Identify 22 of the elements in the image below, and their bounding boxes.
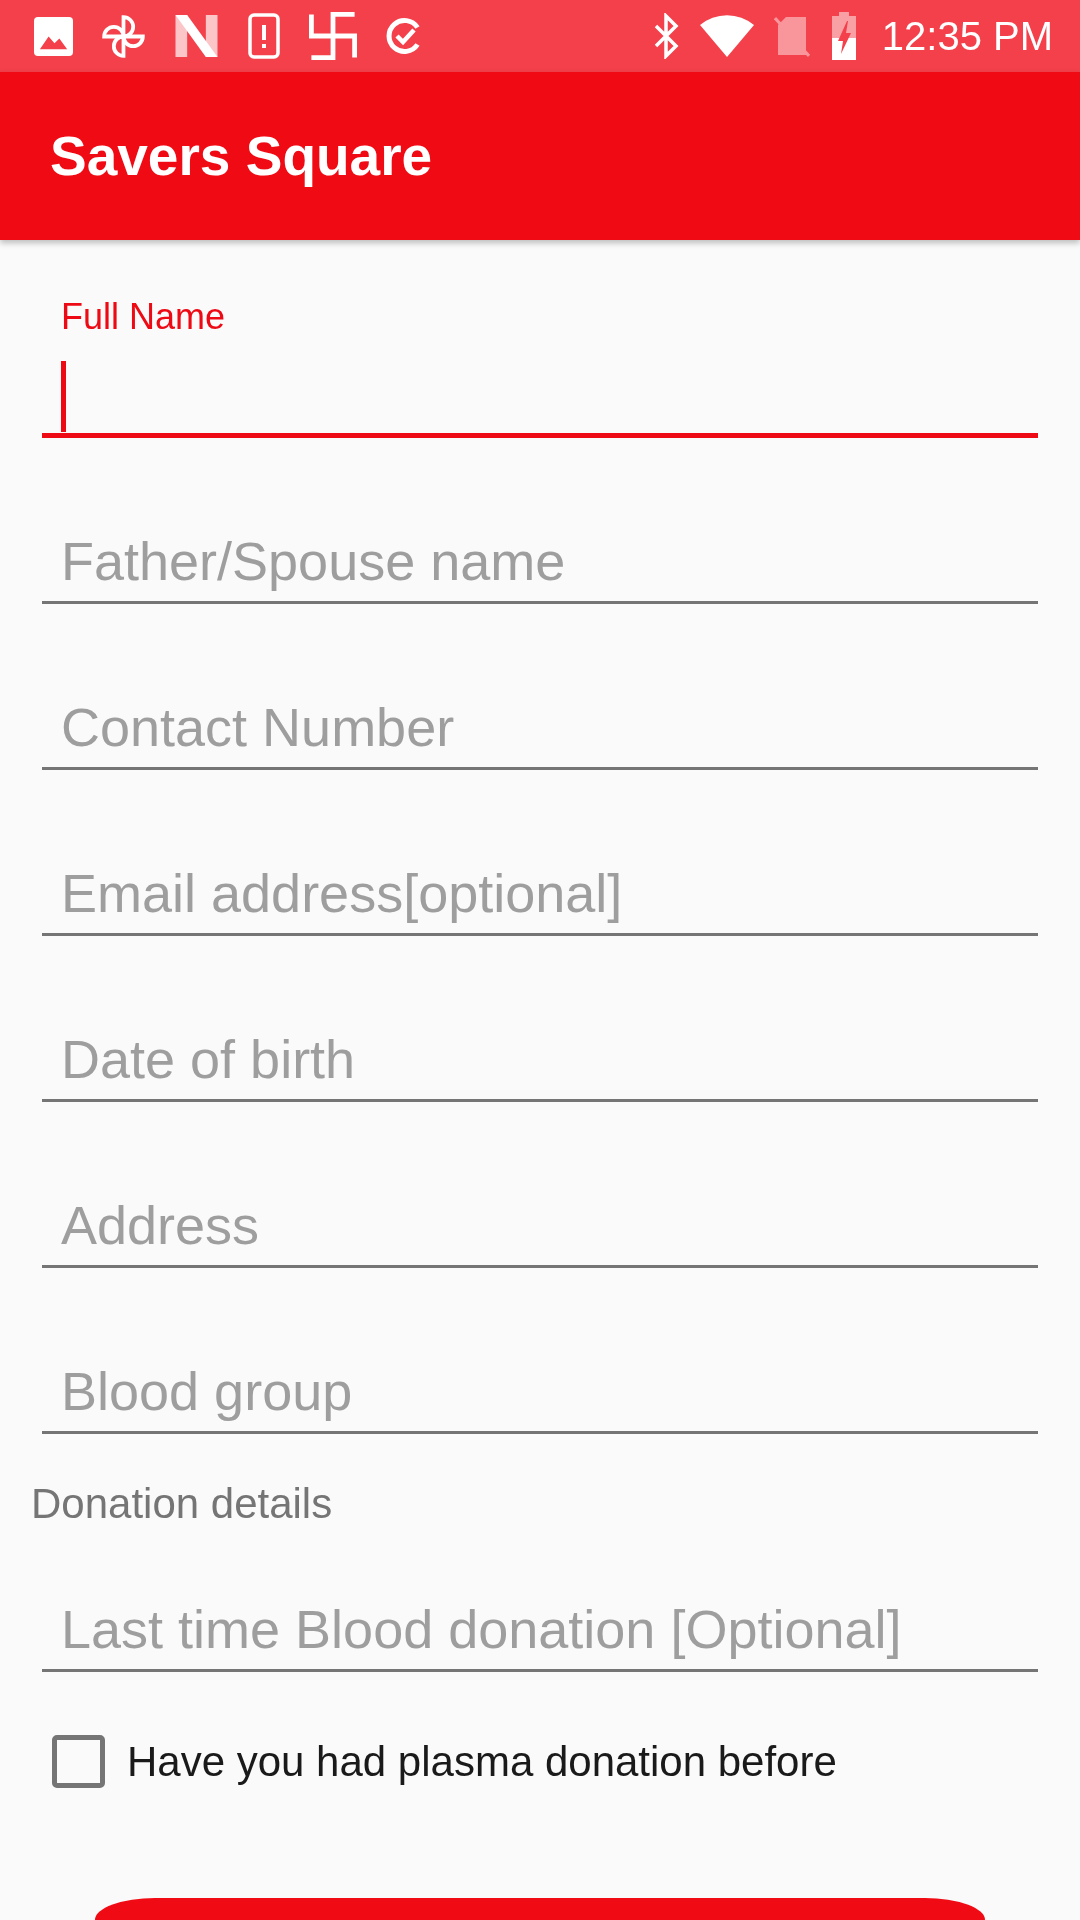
image-icon [34, 16, 73, 56]
text-field[interactable]: Contact Number [42, 687, 1038, 770]
app-title: Savers Square [50, 124, 433, 189]
battery-charging-icon [829, 12, 858, 60]
status-time: 12:35 PM [881, 13, 1053, 60]
text-field[interactable]: Last time Blood donation [Optional] [42, 1589, 1038, 1672]
text-cursor [61, 361, 66, 432]
checkbox[interactable] [52, 1735, 105, 1788]
text-field[interactable]: Date of birth [42, 1019, 1038, 1102]
n-logo-icon [174, 15, 219, 57]
text-field[interactable]: Email address[optional] [42, 853, 1038, 936]
swastika-icon [309, 12, 357, 60]
text-field[interactable]: Father/Spouse name [42, 521, 1038, 604]
wifi-icon [699, 15, 754, 57]
no-sim-icon [773, 15, 810, 57]
pinwheel-icon [102, 14, 145, 58]
checkbox-label: Have you had plasma donation before [127, 1736, 837, 1787]
phone-alert-icon [248, 13, 280, 59]
text-field[interactable]: Address [42, 1185, 1038, 1268]
section-heading: Donation details [31, 1479, 333, 1529]
field-label: Full Name [61, 296, 226, 338]
text-field[interactable]: Blood group [42, 1351, 1038, 1434]
